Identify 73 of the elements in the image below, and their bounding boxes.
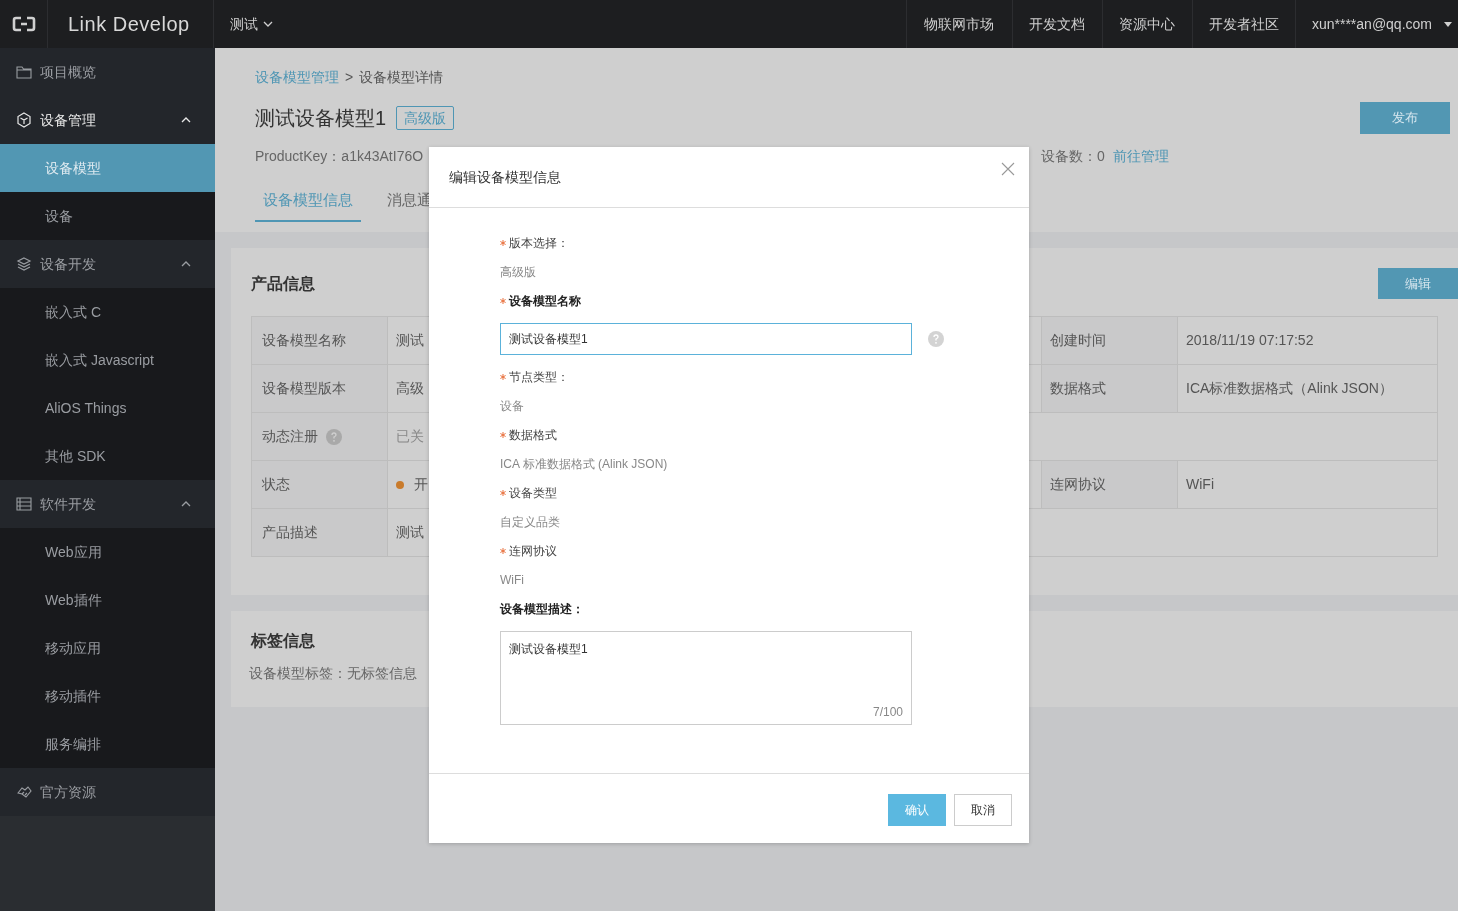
tag-text: 设备模型标签：无标签信息 [249,664,417,683]
sidebar-item[interactable]: 移动插件 [0,672,215,720]
asterisk-icon [500,240,506,246]
sidebar-item[interactable]: 设备 [0,192,215,240]
asterisk-icon [500,548,506,554]
asterisk-icon [500,298,506,304]
field-value: 自定义品类 [500,514,561,529]
text-field[interactable]: 测试设备模型1 [500,323,912,355]
sidebar-item[interactable]: 嵌入式 C [0,288,215,336]
close-button[interactable] [1001,162,1015,176]
table-cell-text: 高级 [396,379,424,398]
text-area[interactable]: 测试设备模型1 7/100 [500,631,912,725]
table-cell-text: 设备模型版本 [262,379,346,398]
caret-icon [1444,21,1452,27]
table-cell-text: 数据格式 [1050,379,1106,398]
chevron-down-icon [263,21,273,27]
table-cell-text: 状态 [262,475,290,494]
table-cell-text: 动态注册 [262,427,318,446]
edition-badge: 高级版 [396,106,455,130]
field-label: 设备类型 [509,485,557,502]
field-label: 设备模型名称 [509,293,581,310]
field-label: 连网协议 [509,543,557,560]
table-cell-text: ICA标准数据格式（Alink JSON） [1186,379,1393,398]
cancel-button[interactable]: 取消 [954,793,1012,826]
table-cell-text: 开 [414,475,428,494]
device-count: 设备数：0 [1041,146,1105,166]
layers-icon [16,256,32,272]
table-cell-text: 2018/11/19 07:17:52 [1186,331,1314,350]
table-cell-text: 测试 [396,523,424,542]
table-cell-text: 连网协议 [1050,475,1106,494]
asterisk-icon [500,490,506,496]
section-title: 产品信息 [251,273,315,294]
table-cell-text: 已关 [396,427,424,446]
table-cell-text: 产品描述 [262,523,318,542]
handshake-icon [16,784,32,800]
cube-icon [16,112,32,128]
help-icon [928,331,944,347]
character-counter: 7/100 [872,704,903,721]
asterisk-icon [500,374,506,380]
field-label: 数据格式 [509,427,557,444]
sidebar-item[interactable]: 嵌入式 Javascript [0,336,215,384]
help-icon [326,428,342,445]
table-cell-text: 设备模型名称 [262,331,346,350]
sidebar-item[interactable]: 移动应用 [0,624,215,672]
sidebar-item[interactable]: AliOS Things [0,384,215,432]
sidebar-item[interactable]: 其他 SDK [0,432,215,480]
asterisk-icon [500,432,506,438]
close-icon [1001,162,1015,176]
field-value: ICA 标准数据格式 (Alink JSON) [500,456,669,471]
breadcrumb-separator: > [345,67,354,87]
table-cell-text: 创建时间 [1050,331,1106,350]
dialog-title: 编辑设备模型信息 [449,167,562,187]
field-label: 设备模型描述： [500,601,584,618]
field-value: WiFi [500,572,525,587]
text-area-value: 测试设备模型1 [509,641,588,658]
table-icon [16,497,32,511]
field-value: 设备 [500,398,525,413]
logo-icon [11,16,36,32]
field-label: 版本选择： [509,235,569,252]
field-label: 节点类型： [509,369,569,386]
sidebar-item[interactable]: 服务编排 [0,720,215,768]
sidebar-item[interactable]: Web应用 [0,528,215,576]
sidebar-item[interactable]: Web插件 [0,576,215,624]
breadcrumb-current: 设备模型详情 [359,67,444,87]
brand-name: Link Develop [68,12,190,37]
table-cell-text: 测试 [396,331,424,350]
project-dropdown[interactable]: 测试 [214,0,273,48]
field-value: 高级版 [500,264,537,279]
product-key: ProductKey：a1k43AtI76O [255,145,1041,167]
page-title: 测试设备模型1 [255,106,387,131]
folder-icon [16,65,32,79]
table-cell-text: WiFi [1186,475,1214,494]
section-title: 标签信息 [251,631,315,651]
